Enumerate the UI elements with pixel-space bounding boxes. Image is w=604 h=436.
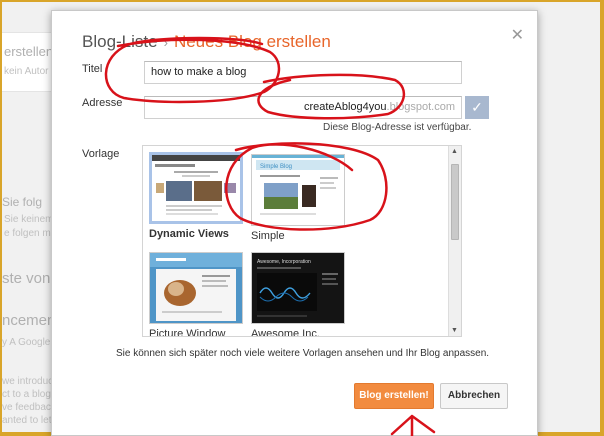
cancel-button[interactable]: Abbrechen (440, 383, 508, 409)
address-input-value: createAblog4you.blogspot.com (303, 101, 455, 113)
template-name: Awesome Inc. (251, 328, 320, 337)
template-thumbnail (149, 252, 243, 324)
template-thumbnail: Awesome, Incorporation (251, 252, 345, 324)
template-hint: Sie können sich später noch viele weiter… (116, 348, 490, 359)
address-domain: .blogspot.com (386, 101, 455, 113)
address-status: Diese Blog-Adresse ist verfügbar. (323, 122, 472, 133)
background-text: Sie folg (2, 195, 43, 209)
dialog-title: Neues Blog erstellen (173, 32, 331, 51)
address-label: Adresse (82, 97, 123, 109)
title-input-value: how to make a blog (151, 66, 247, 78)
template-thumbnail: Simple Blog (251, 154, 345, 226)
scroll-up-icon[interactable]: ▲ (451, 148, 458, 155)
address-input[interactable]: createAblog4you.blogspot.com (144, 96, 462, 119)
screenshot-frame: erstellen kein Autor Sie folg Sie keinem… (0, 0, 604, 436)
template-label: Vorlage (82, 148, 120, 160)
create-blog-button[interactable]: Blog erstellen! (354, 383, 434, 409)
scroll-down-icon[interactable]: ▼ (451, 327, 458, 334)
background-text: anted to let (2, 415, 52, 426)
blog-list-link[interactable]: Blog-Liste (82, 32, 158, 51)
template-thumbnail (149, 152, 243, 224)
dialog-breadcrumb: Blog-Liste › Neues Blog erstellen (82, 32, 331, 52)
title-label: Titel (82, 63, 103, 75)
template-name: Dynamic Views (149, 228, 229, 240)
new-blog-dialog: Blog-Liste › Neues Blog erstellen ✕ Titel … (51, 10, 538, 436)
title-input[interactable]: how to make a blog (144, 61, 462, 84)
background-text: kein Autor (4, 66, 49, 77)
background-text: ste von (2, 270, 51, 287)
background-text: Sie keinem (4, 214, 54, 225)
background-text: y A Google (2, 337, 51, 348)
background-text: we introduc (2, 376, 54, 387)
check-icon[interactable]: ✓ (465, 96, 489, 119)
background-text: erstellen (4, 44, 54, 59)
background-text: ct to a blog (2, 389, 51, 400)
background-text: ncemen (2, 312, 56, 329)
template-name: Simple (251, 230, 285, 242)
template-name: Picture Window (149, 328, 226, 337)
awesome-preview-heading: Awesome, Incorporation (257, 259, 311, 265)
simple-preview-heading: Simple Blog (260, 164, 292, 170)
template-scrollbar[interactable]: ▲ ▼ (448, 146, 461, 336)
template-picker: Dynamic Views Simple Blog Simple Picture… (142, 145, 462, 337)
background-text: ve feedback (2, 402, 56, 413)
scroll-thumb[interactable] (451, 164, 459, 240)
close-icon[interactable]: ✕ (511, 25, 524, 45)
breadcrumb-separator-icon: › (163, 35, 168, 50)
background-text: e folgen mö (4, 228, 57, 239)
